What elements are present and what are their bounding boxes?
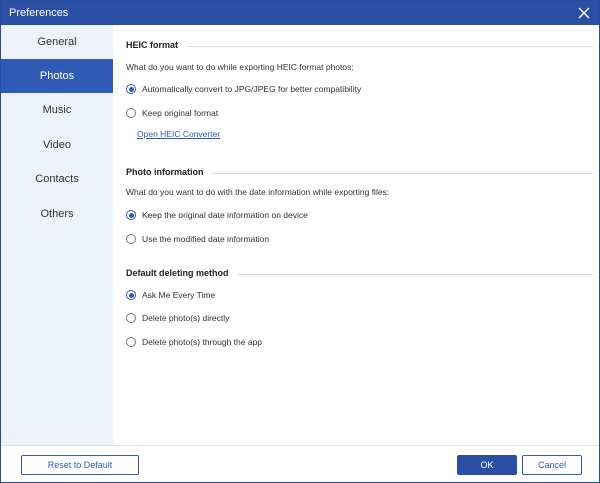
radio-unchecked-icon[interactable] [126,234,136,244]
radio-checked-icon[interactable] [126,290,136,300]
sidebar-item-label: General [37,36,77,48]
radio-keep-original-date[interactable]: Keep the original date information on de… [126,208,308,222]
sidebar-item-video[interactable]: Video [1,128,113,162]
radio-label: Delete photo(s) through the app [142,337,263,347]
ok-button[interactable]: OK [457,455,517,475]
sidebar-item-music[interactable]: Music [1,93,113,127]
radio-label: Automatically convert to JPG/JPEG for be… [142,84,362,94]
radio-use-modified-date[interactable]: Use the modified date information [126,232,269,246]
photo-info-question: What do you want to do with the date inf… [126,187,390,197]
radio-label: Keep original format [142,108,219,118]
sidebar-item-label: Music [42,104,72,116]
sidebar-item-label: Others [40,208,74,220]
heic-section-title: HEIC format [126,40,179,50]
sidebar-item-label: Video [43,139,71,151]
section-divider [212,173,593,174]
radio-delete-directly[interactable]: Delete photo(s) directly [126,311,229,325]
radio-ask-every-time[interactable]: Ask Me Every Time [126,288,215,302]
open-heic-converter-link[interactable]: Open HEIC Converter [137,129,220,139]
dialog-footer: Reset to Default OK Cancel [1,445,599,482]
close-icon[interactable] [575,4,593,22]
radio-label: Ask Me Every Time [142,290,216,300]
radio-unchecked-icon[interactable] [126,313,136,323]
section-divider [238,274,593,275]
sidebar-item-others[interactable]: Others [1,197,113,231]
title-bar: Preferences [1,1,599,25]
radio-delete-through-app[interactable]: Delete photo(s) through the app [126,335,262,349]
deleting-section-title: Default deleting method [126,268,229,278]
heic-question: What do you want to do while exporting H… [126,62,354,72]
radio-checked-icon[interactable] [126,84,136,94]
sidebar-item-photos[interactable]: Photos [1,59,113,93]
sidebar-item-label: Contacts [35,173,79,185]
radio-keep-original-format[interactable]: Keep original format [126,106,218,120]
photo-info-section-title: Photo information [126,167,204,177]
window-title: Preferences [9,7,69,19]
section-divider [188,46,593,47]
radio-label: Use the modified date information [142,234,270,244]
reset-to-default-button[interactable]: Reset to Default [21,455,139,475]
cancel-button[interactable]: Cancel [522,455,582,475]
radio-label: Delete photo(s) directly [142,313,230,323]
sidebar-item-general[interactable]: General [1,25,113,59]
radio-checked-icon[interactable] [126,210,136,220]
radio-unchecked-icon[interactable] [126,108,136,118]
radio-label: Keep the original date information on de… [142,210,308,220]
sidebar-item-label: Photos [39,70,75,82]
radio-auto-convert[interactable]: Automatically convert to JPG/JPEG for be… [126,82,361,96]
radio-unchecked-icon[interactable] [126,337,136,347]
sidebar: General Photos Music Video Contacts Othe… [1,25,113,445]
sidebar-item-contacts[interactable]: Contacts [1,162,113,196]
preferences-window: Preferences General Photos Music Video C… [0,0,600,483]
photos-settings-panel: HEIC format What do you want to do while… [113,25,599,445]
